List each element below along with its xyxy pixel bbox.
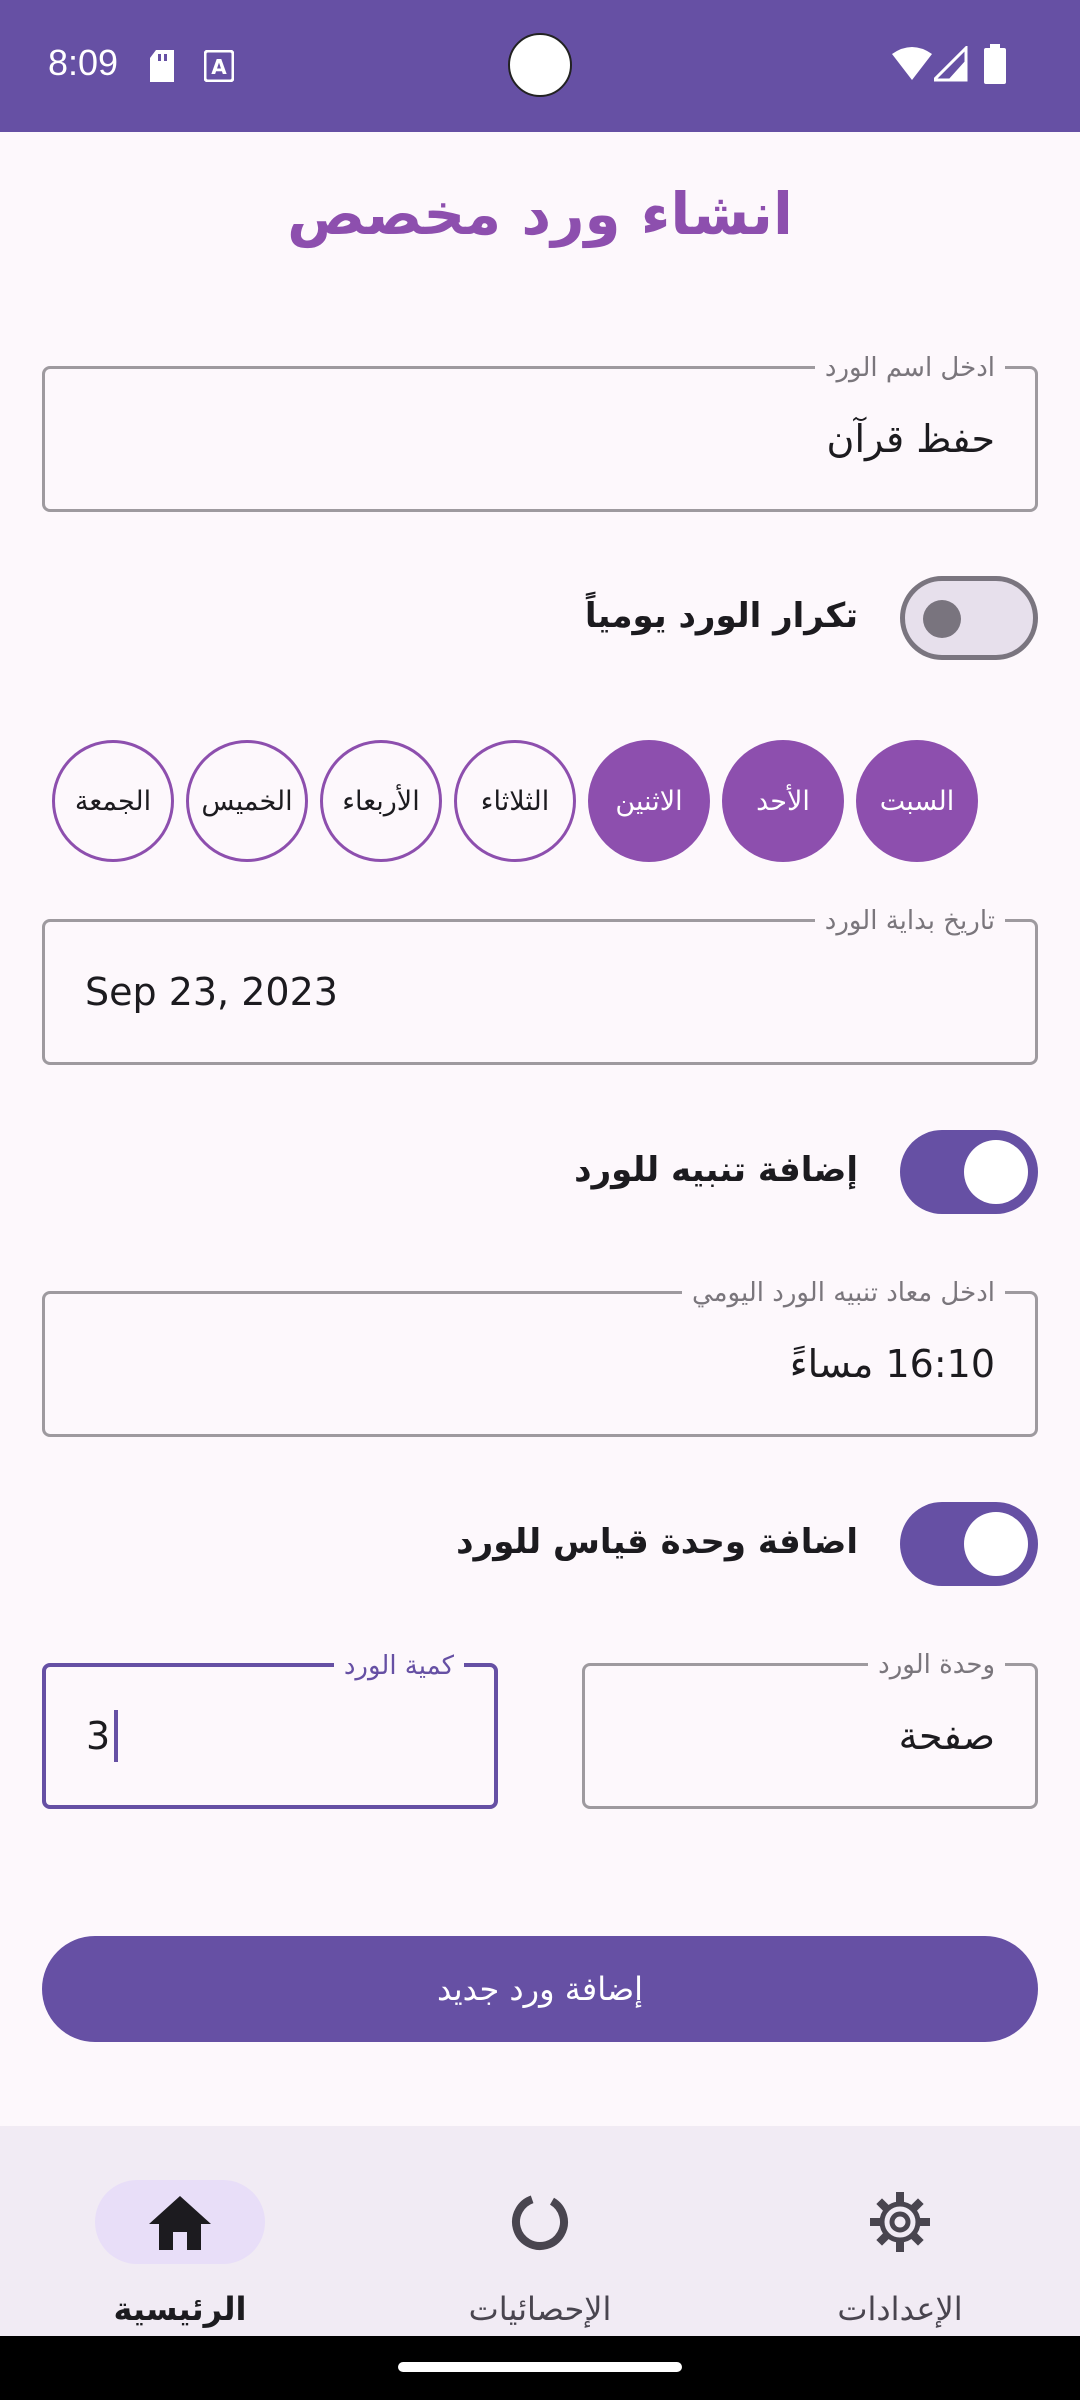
nav-item-home[interactable]: الرئيسية [40,2154,340,2334]
reminder-time-value[interactable]: 16:10 مساءً [790,1294,995,1434]
bottom-nav: الرئيسية الإحصائيات الإعدادات [0,2126,1080,2336]
sd-card-icon [150,50,174,82]
svg-text:A: A [211,55,227,79]
nav-label-home: الرئيسية [113,2290,247,2328]
daily-repeat-switch[interactable] [900,576,1038,660]
page-title: انشاء ورد مخصص [287,180,793,248]
nav-label-stats: الإحصائيات [468,2290,612,2328]
switch-knob [964,1140,1028,1204]
nav-item-settings[interactable]: الإعدادات [760,2154,1060,2334]
start-date-label: تاريخ بداية الورد [814,906,1005,936]
reminder-time-field[interactable]: ادخل معاد تنبيه الورد اليومي 16:10 مساءً [42,1278,1038,1437]
system-gesture-bar [0,2336,1080,2400]
home-icon [149,2196,211,2250]
status-bar: 8:09 A [0,0,1080,132]
nav-item-stats[interactable]: الإحصائيات [400,2154,700,2334]
status-time: 8:09 [48,42,119,83]
reminder-switch[interactable] [900,1130,1038,1214]
daily-repeat-label: تكرار الورد يومياً [584,596,858,636]
day-chip-wednesday[interactable]: الأربعاء [320,740,442,862]
day-chip-thursday[interactable]: الخميس [186,740,308,862]
home-gesture-handle[interactable] [398,2362,682,2372]
text-caret [114,1710,119,1762]
day-chip-monday[interactable]: الاثنين [588,740,710,862]
day-chip-saturday[interactable]: السبت [856,740,978,862]
day-chip-tuesday[interactable]: الثلاثاء [454,740,576,862]
start-date-field[interactable]: تاريخ بداية الورد Sep 23, 2023 [42,906,1038,1065]
day-chip-friday[interactable]: الجمعة [52,740,174,862]
measure-unit-switch[interactable] [900,1502,1038,1586]
wird-name-value[interactable]: حفظ قرآن [827,369,995,509]
battery-icon [984,44,1006,84]
stats-icon [512,2194,568,2250]
unit-value[interactable]: صفحة [899,1666,995,1806]
measure-unit-label: اضافة وحدة قياس للورد [456,1522,858,1562]
day-chip-sunday[interactable]: الأحد [722,740,844,862]
reminder-label: إضافة تنبيه للورد [574,1150,858,1190]
switch-knob [964,1512,1028,1576]
unit-field[interactable]: وحدة الورد صفحة [582,1650,1038,1809]
quantity-field[interactable]: كمية الورد 3 [42,1651,498,1809]
wifi-icon [892,47,932,80]
quantity-input[interactable]: 3 [86,1667,119,1805]
add-new-wird-button[interactable]: إضافة ورد جديد [42,1936,1038,2042]
start-date-value[interactable]: Sep 23, 2023 [85,922,338,1062]
font-notification-icon: A [204,50,234,82]
wird-name-field[interactable]: ادخل اسم الورد حفظ قرآن [42,353,1038,512]
switch-knob [923,600,961,638]
signal-icon [934,46,968,82]
camera-cutout [508,33,572,97]
quantity-label: كمية الورد [333,1651,464,1681]
nav-label-settings: الإعدادات [837,2290,963,2328]
gear-icon [870,2192,930,2252]
quantity-value: 3 [86,1714,111,1758]
